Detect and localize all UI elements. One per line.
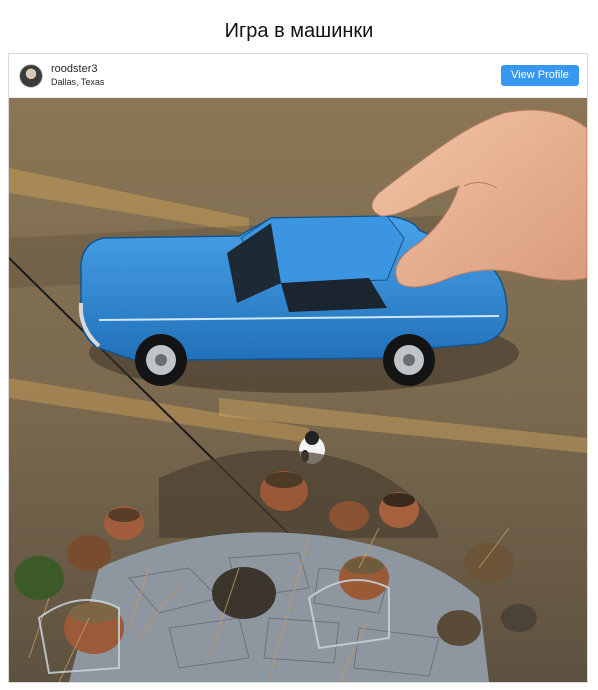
view-profile-button[interactable]: View Profile: [501, 65, 579, 86]
user-block: roodster3 Dallas, Texas: [51, 63, 104, 88]
avatar[interactable]: [19, 64, 43, 88]
location[interactable]: Dallas, Texas: [51, 77, 104, 88]
post-header: roodster3 Dallas, Texas View Profile: [9, 54, 587, 98]
post-photo[interactable]: [9, 98, 587, 682]
username[interactable]: roodster3: [51, 63, 104, 76]
page-title: Игра в машинки: [224, 20, 374, 42]
page: Игра в машинки roodster3 Dallas, Texas V…: [0, 0, 598, 690]
instagram-embed-card: roodster3 Dallas, Texas View Profile: [8, 53, 588, 683]
photo-image: [9, 98, 587, 682]
